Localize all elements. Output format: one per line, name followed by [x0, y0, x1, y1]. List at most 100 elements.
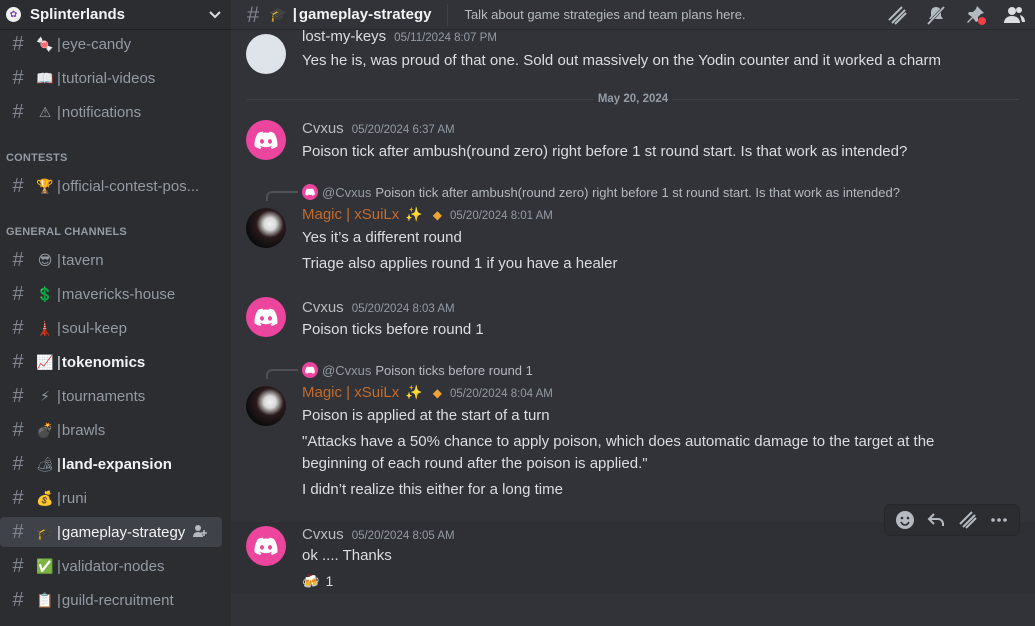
message-item[interactable]: @Cvxus Poison tick after ambush(round ze…	[231, 182, 1035, 278]
channel-tavern[interactable]: # 😎 | tavern	[0, 245, 222, 275]
channel-label: tournaments	[61, 387, 146, 405]
message-item[interactable]: Cvxus 05/20/2024 6:37 AM Poison tick aft…	[231, 116, 1035, 166]
channel-soul-keep[interactable]: # 🗼 | soul-keep	[0, 313, 222, 343]
diamond-icon: ◆	[432, 208, 442, 222]
message-actions-toolbar	[884, 504, 1020, 536]
channel-title: gameplay-strategy	[298, 6, 432, 23]
chevron-down-icon[interactable]	[207, 7, 223, 22]
hash-icon: #	[12, 67, 24, 89]
channel-label: mavericks-house	[61, 285, 176, 303]
avatar[interactable]	[246, 34, 286, 74]
message-text: Yes it’s a different round	[302, 229, 462, 246]
hash-icon: #	[12, 589, 24, 611]
hash-icon: #	[12, 453, 24, 475]
hash-icon: #	[12, 385, 24, 407]
category-general[interactable]: GENERAL CHANNELS	[6, 226, 127, 238]
reply-preview[interactable]: @Cvxus Poison ticks before round 1	[302, 362, 533, 378]
chart-icon: 📈	[36, 353, 54, 370]
channel-land-expansion[interactable]: # 🏕 | land-expansion	[0, 449, 222, 479]
channel-label: gameplay-strategy	[61, 523, 186, 541]
channel-topic[interactable]: Talk about game strategies and team plan…	[464, 7, 886, 22]
discord-logo-icon	[254, 308, 278, 326]
channel-gameplay-strategy[interactable]: # 🎓 | gameplay-strategy	[0, 517, 222, 547]
channel-tournaments[interactable]: # ⚡ | tournaments	[0, 381, 222, 411]
avatar[interactable]	[246, 208, 286, 248]
message-author[interactable]: Magic | xSuiLx	[302, 384, 399, 401]
channel-mavericks-house[interactable]: # 💲 | mavericks-house	[0, 279, 222, 309]
channel-emoji: 🍬	[36, 35, 54, 52]
warning-icon: ⚠	[38, 103, 52, 120]
more-options-icon[interactable]	[987, 508, 1011, 532]
channel-label: notifications	[61, 103, 142, 121]
channel-official-contest[interactable]: # 🏆 | official-contest-pos...	[0, 171, 222, 201]
add-reaction-icon[interactable]	[893, 508, 917, 532]
reply-icon[interactable]	[924, 508, 948, 532]
channel-brawls[interactable]: # 💣 | brawls	[0, 415, 222, 445]
reply-text: Poison ticks before round 1	[375, 362, 533, 378]
message-item[interactable]: @Cvxus Poison ticks before round 1 Magic…	[231, 360, 1035, 510]
hash-icon: #	[12, 175, 24, 197]
hash-icon: #	[247, 1, 260, 27]
message-timestamp: 05/20/2024 8:04 AM	[449, 388, 553, 400]
channel-tokenomics[interactable]: # 📈 | tokenomics	[0, 347, 222, 377]
sparkles-icon: ✨	[405, 206, 423, 222]
message-author[interactable]: Cvxus	[302, 120, 344, 137]
avatar[interactable]	[246, 526, 286, 566]
notification-muted-icon[interactable]	[925, 4, 947, 26]
category-contests[interactable]: CONTESTS	[6, 152, 68, 164]
channel-guild-recruitment[interactable]: # 📋 | guild-recruitment	[0, 585, 222, 615]
reaction-pill[interactable]: 🍻 1	[302, 570, 333, 592]
channel-label: tokenomics	[61, 353, 146, 371]
reply-author[interactable]: @Cvxus	[322, 185, 371, 200]
channel-eye-candy[interactable]: # 🍬 | eye-candy	[0, 30, 222, 58]
discord-logo-icon	[254, 537, 278, 555]
avatar[interactable]	[246, 386, 286, 426]
message-timestamp: 05/20/2024 8:03 AM	[351, 303, 455, 315]
pinned-messages-icon[interactable]	[964, 4, 986, 26]
create-thread-icon[interactable]	[956, 508, 980, 532]
server-name: Splinterlands	[30, 6, 126, 23]
message-author[interactable]: Cvxus	[302, 526, 344, 543]
channel-label: brawls	[61, 421, 106, 439]
channel-validator-nodes[interactable]: # ✅ | validator-nodes	[0, 551, 222, 581]
reply-avatar	[302, 362, 318, 378]
channel-label: tavern	[61, 251, 104, 269]
reply-author[interactable]: @Cvxus	[322, 363, 371, 378]
message-text: beginning of each round after the poison…	[302, 455, 648, 472]
channel-tutorial-videos[interactable]: # 📖 | tutorial-videos	[0, 63, 222, 93]
channel-label: land-expansion	[61, 455, 172, 473]
check-icon: ✅	[36, 557, 54, 574]
channel-label: official-contest-pos...	[61, 177, 200, 195]
message-text: I didn’t realize this either for a long …	[302, 481, 563, 498]
reply-avatar	[302, 184, 318, 200]
reaction-count: 1	[325, 573, 334, 589]
graduation-cap-icon: 🎓	[36, 523, 54, 540]
reply-preview[interactable]: @Cvxus Poison tick after ambush(round ze…	[302, 184, 900, 200]
server-header[interactable]: ✿ Splinterlands	[0, 0, 231, 30]
message-text: Poison is applied at the start of a turn	[302, 407, 550, 424]
diamond-icon: ◆	[432, 386, 442, 400]
hash-icon: #	[12, 101, 24, 123]
channel-label: guild-recruitment	[61, 591, 174, 609]
member-list-icon[interactable]	[1003, 4, 1025, 26]
message-timestamp: 05/20/2024 8:01 AM	[449, 210, 553, 222]
message-list[interactable]: lost-my-keys 05/11/2024 8:07 PM Yes he i…	[231, 30, 1035, 626]
hash-icon: #	[12, 33, 24, 55]
message-author[interactable]: Cvxus	[302, 299, 344, 316]
channel-header: # 🎓 | gameplay-strategy Talk about game …	[231, 0, 1035, 30]
message-author[interactable]: lost-my-keys	[302, 30, 386, 45]
message-author[interactable]: Magic | xSuiLx	[302, 206, 399, 223]
channel-notifications[interactable]: # ⚠ | notifications	[0, 97, 222, 127]
threads-icon[interactable]	[886, 4, 908, 26]
avatar[interactable]	[246, 120, 286, 160]
channel-sidebar: ✿ Splinterlands # 🍬 | eye-candy # 📖 | tuto…	[0, 0, 231, 626]
avatar[interactable]	[246, 297, 286, 337]
add-member-icon[interactable]	[193, 524, 208, 541]
land-icon: 🏕	[36, 455, 54, 472]
hash-icon: #	[12, 249, 24, 271]
hash-icon: #	[12, 419, 24, 441]
channel-runi[interactable]: # 💰 | runi	[0, 483, 222, 513]
message-text: Triage also applies round 1 if you have …	[302, 255, 618, 272]
trophy-icon: 🏆	[36, 177, 54, 194]
message-item[interactable]: Cvxus 05/20/2024 8:03 AM Poison ticks be…	[231, 293, 1035, 345]
